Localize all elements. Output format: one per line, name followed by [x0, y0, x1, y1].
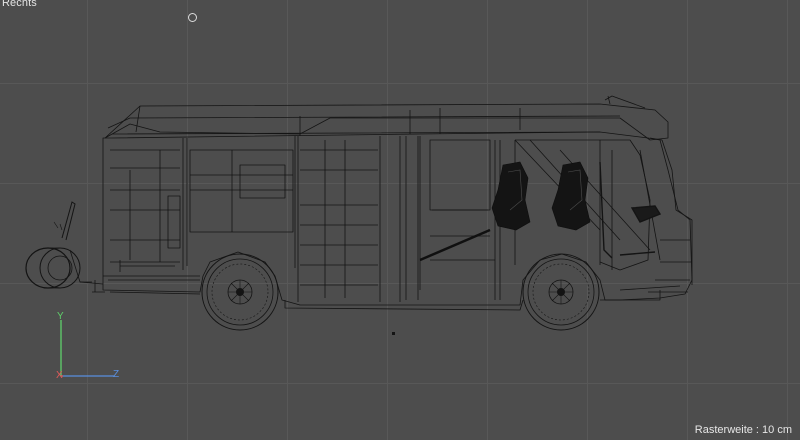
wheel-rear [201, 253, 279, 331]
grid-spacing-label: Rasterweite : 10 cm [694, 424, 792, 436]
wheel-front [522, 253, 600, 331]
x-axis-label: X [56, 370, 63, 381]
rear-hose-reel [25, 201, 92, 289]
z-axis-label: Z [113, 369, 120, 380]
y-axis-label: Y [57, 311, 64, 322]
viewport-3d[interactable]: Rechts Y Z X Rasterweite: 10 cm [0, 0, 800, 440]
